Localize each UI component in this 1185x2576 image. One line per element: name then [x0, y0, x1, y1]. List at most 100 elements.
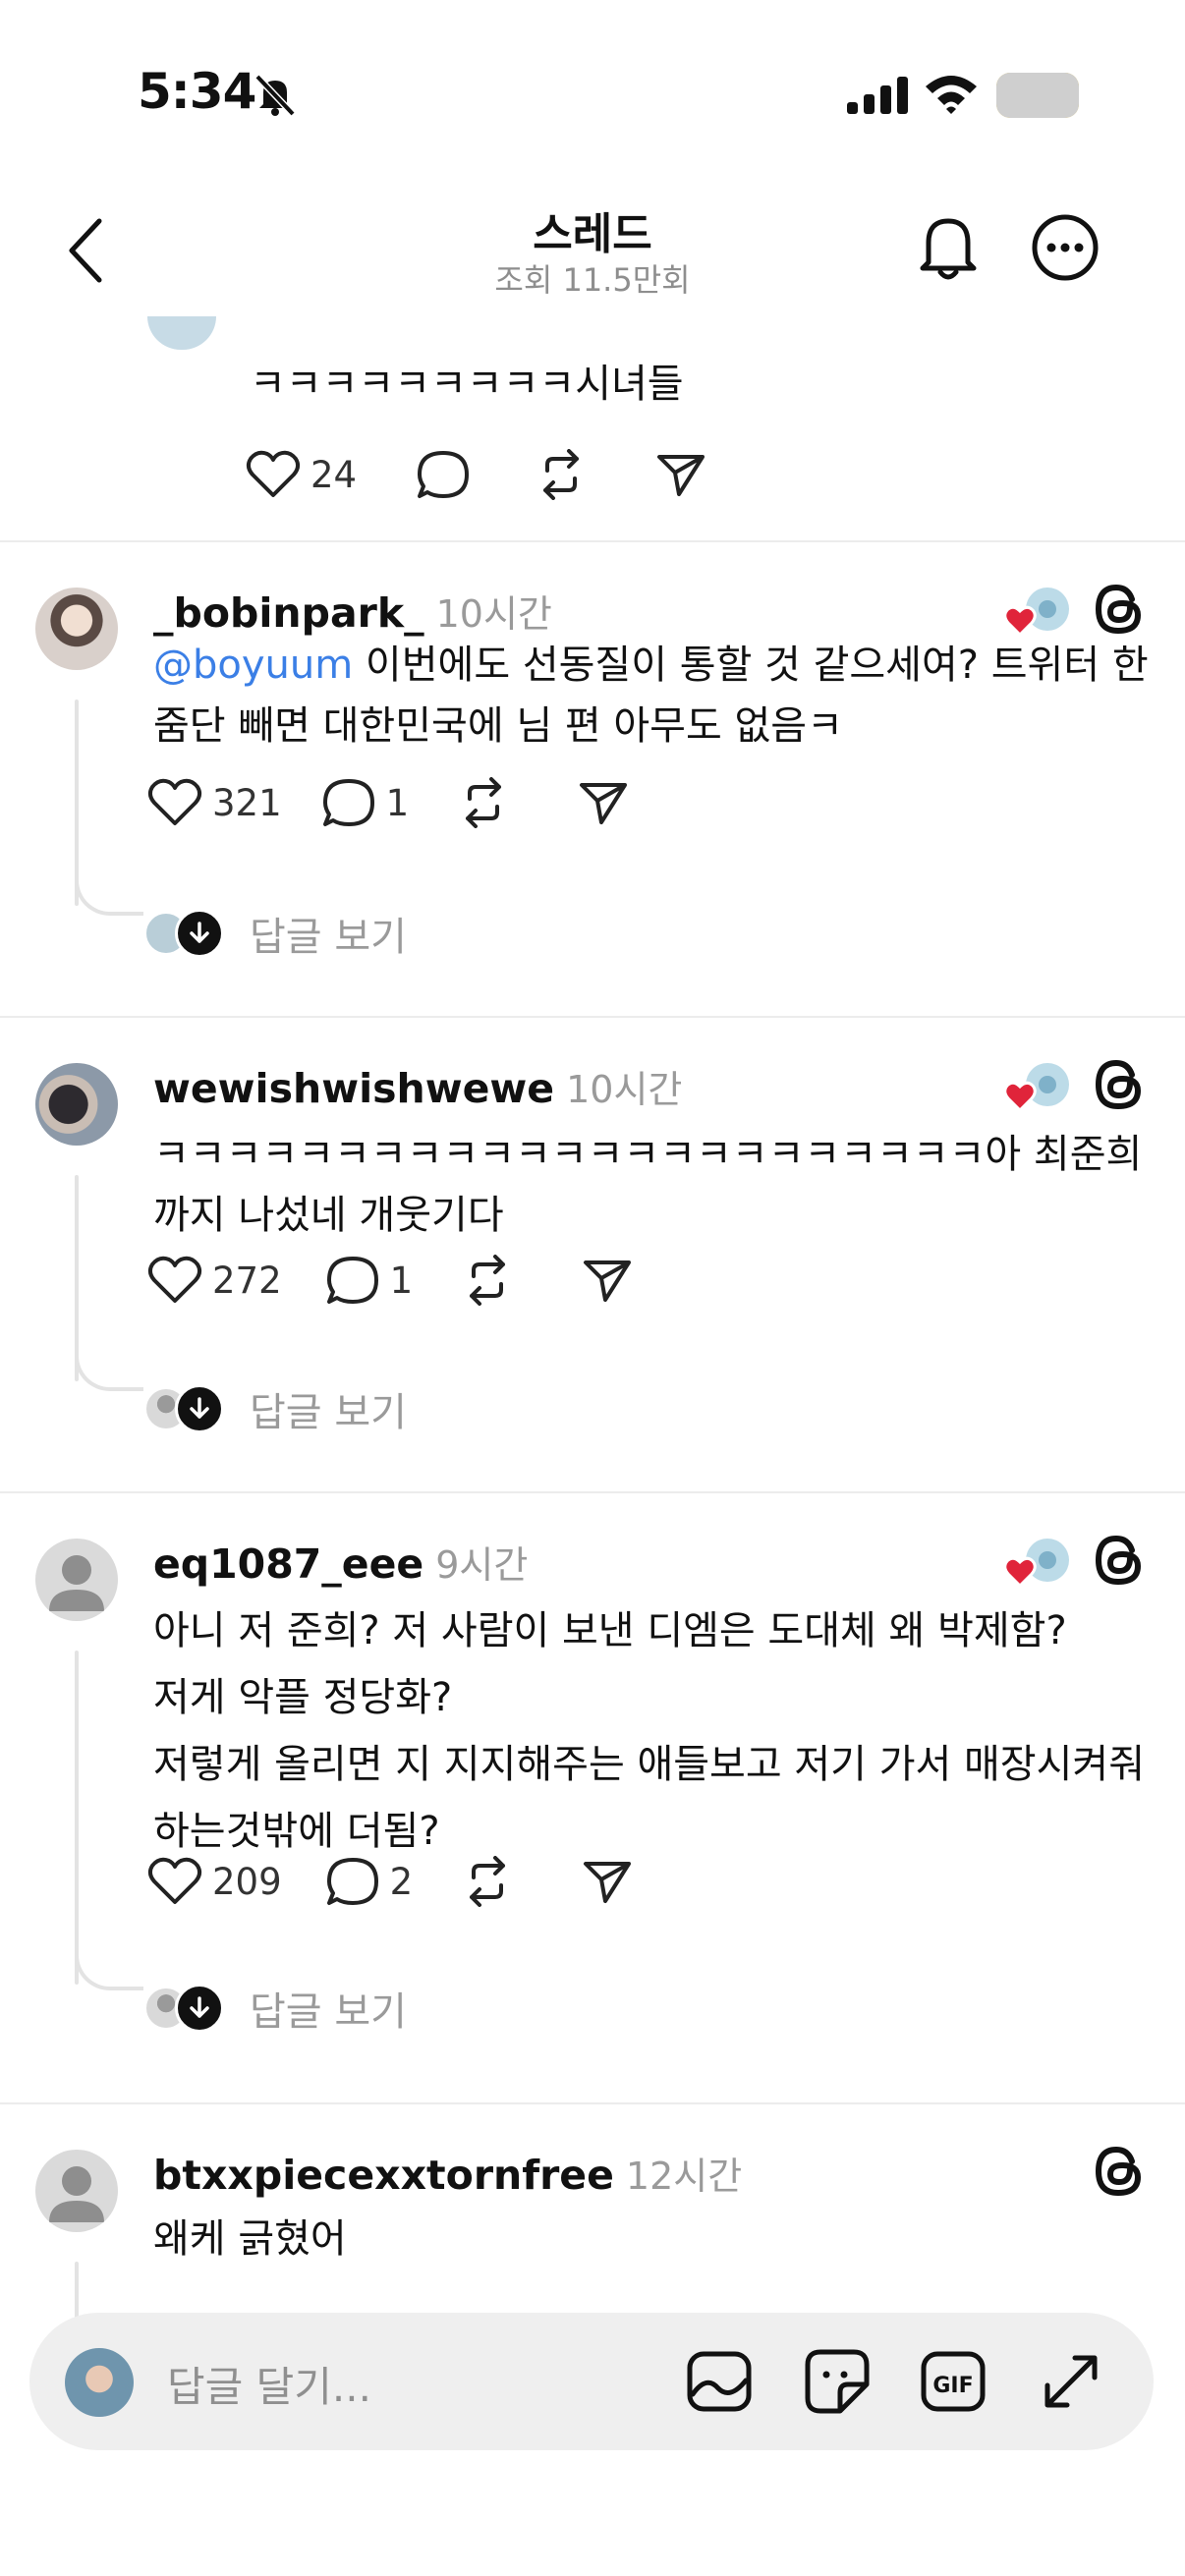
- avatar[interactable]: [35, 588, 118, 670]
- post-text-line: 저게 악플 정당화?: [153, 1675, 453, 1720]
- share-button[interactable]: [578, 779, 629, 826]
- post-text-line: 저렇게 올리면 지 지지해주는 애들보고 저기 가서 매장시켜줘 하는것밖에 더…: [153, 1742, 1146, 1854]
- heart-icon: [147, 1256, 202, 1303]
- share-button[interactable]: [655, 451, 706, 498]
- thread-line: [75, 2262, 79, 2321]
- reply-count: 2: [389, 1860, 414, 1903]
- author-liked-icon: [1003, 588, 1069, 638]
- mention-link[interactable]: @boyuum: [153, 643, 353, 688]
- threads-logo-icon[interactable]: [1089, 2142, 1148, 2201]
- post-text: ㅋㅋㅋㅋㅋㅋㅋㅋㅋ시녀들: [250, 362, 684, 407]
- threads-logo-icon[interactable]: [1089, 580, 1148, 639]
- comment-button[interactable]: 1: [321, 777, 410, 828]
- page-title: 스레드: [533, 209, 652, 259]
- expand-button[interactable]: [1036, 2346, 1106, 2417]
- post-actions: 321 1: [147, 768, 629, 837]
- post-text-line: 아니 저 준희? 저 사람이 보낸 디엠은 도대체 왜 박제함?: [153, 1608, 1067, 1653]
- reply-post: btxxpiecexxtornfree 12시간 왜케 긁혔어: [0, 2104, 1185, 2321]
- default-avatar-icon: [49, 1555, 104, 1611]
- view-replies-label: 답글 보기: [250, 1989, 407, 2035]
- comment-icon: [418, 451, 470, 498]
- reply-post: _bobinpark_ 10시간 @boyuum 이번에도 선동질이 통할 것 같…: [0, 542, 1185, 1014]
- like-button[interactable]: 209: [147, 1857, 282, 1906]
- thread-line: [75, 1175, 79, 1381]
- username[interactable]: _bobinpark_ 10시간: [153, 584, 552, 638]
- thread-header: 스레드 조회 11.5만회: [0, 187, 1185, 334]
- share-icon: [584, 1862, 632, 1903]
- repost-icon: [543, 449, 580, 500]
- thread-line: [75, 1651, 79, 1985]
- view-replies[interactable]: 답글 보기: [143, 906, 407, 961]
- repost-icon: [470, 1255, 506, 1306]
- username[interactable]: wewishwishwewe 10시간: [153, 1059, 682, 1113]
- threads-logo-icon[interactable]: [1089, 1531, 1148, 1590]
- author-liked-icon: [1003, 1539, 1069, 1589]
- view-replies[interactable]: 답글 보기: [143, 1981, 407, 2036]
- avatar[interactable]: [147, 316, 216, 350]
- post-time: 12시간: [625, 2155, 743, 2198]
- image-button[interactable]: [684, 2346, 755, 2417]
- view-replies-label: 답글 보기: [250, 1390, 407, 1435]
- username-text: wewishwishwewe: [153, 1065, 555, 1112]
- thread-line: [75, 700, 79, 906]
- repost-icon: [466, 777, 502, 828]
- repost-button[interactable]: [462, 1856, 513, 1907]
- comment-button[interactable]: [416, 449, 471, 500]
- share-icon: [580, 783, 628, 824]
- bell-icon: [920, 218, 977, 280]
- post-actions: 24: [246, 440, 706, 509]
- image-icon: [687, 2351, 752, 2412]
- reply-post: eq1087_eee 9시간 아니 저 준희? 저 사람이 보낸 디엠은 도대체 …: [0, 1493, 1185, 2102]
- reply-input-placeholder[interactable]: 답글 달기...: [167, 2354, 371, 2414]
- comment-button[interactable]: 1: [325, 1255, 414, 1306]
- post-text: @boyuum 이번에도 선동질이 통할 것 같으세여? 트위터 한줌단 빼면 …: [153, 635, 1156, 756]
- share-button[interactable]: [582, 1257, 633, 1304]
- threads-logo-icon[interactable]: [1089, 1055, 1148, 1114]
- default-avatar-icon: [49, 2166, 104, 2222]
- heart-icon: [246, 450, 301, 497]
- avatar[interactable]: [35, 1539, 118, 1621]
- my-avatar: [65, 2348, 134, 2417]
- username-text: btxxpiecexxtornfree: [153, 2152, 614, 2199]
- notifications-button[interactable]: [909, 208, 988, 287]
- bell-off-icon: [254, 74, 296, 117]
- heart-icon: [147, 1857, 202, 1904]
- reply-count: 1: [385, 781, 410, 824]
- comment-icon: [322, 779, 374, 826]
- post-actions: 272 1: [147, 1246, 633, 1315]
- sticker-button[interactable]: [802, 2346, 873, 2417]
- svg-text:GIF: GIF: [932, 2374, 973, 2398]
- like-button[interactable]: 272: [147, 1256, 282, 1305]
- like-button[interactable]: 321: [147, 778, 282, 827]
- battery-cap: [996, 73, 1079, 118]
- repost-button[interactable]: [458, 777, 509, 828]
- like-count: 24: [310, 453, 358, 496]
- share-button[interactable]: [582, 1858, 633, 1905]
- username[interactable]: eq1087_eee 9시간: [153, 1535, 528, 1589]
- avatar[interactable]: [35, 1063, 118, 1146]
- share-icon: [657, 455, 705, 496]
- reply-count: 1: [389, 1259, 414, 1302]
- post-time: 10시간: [435, 592, 552, 636]
- post-time: 10시간: [566, 1068, 683, 1111]
- comment-icon: [326, 1858, 378, 1905]
- comment-icon: [326, 1257, 378, 1304]
- more-options-button[interactable]: [1026, 208, 1104, 287]
- view-replies[interactable]: 답글 보기: [143, 1381, 407, 1436]
- repost-button[interactable]: [462, 1255, 513, 1306]
- repost-icon: [470, 1856, 506, 1907]
- like-count: 272: [212, 1259, 282, 1302]
- reply-compose-bar[interactable]: 답글 달기... GIF: [29, 2313, 1154, 2450]
- like-button[interactable]: 24: [246, 450, 357, 499]
- comment-button[interactable]: 2: [325, 1856, 414, 1907]
- wifi-icon: [926, 76, 977, 114]
- avatar[interactable]: [35, 2150, 118, 2232]
- sticker-icon: [805, 2349, 870, 2414]
- gif-button[interactable]: GIF: [918, 2346, 988, 2417]
- username[interactable]: btxxpiecexxtornfree 12시간: [153, 2146, 742, 2200]
- share-icon: [584, 1260, 632, 1302]
- thread-curve: [75, 876, 143, 916]
- arrow-down-icon: [175, 1984, 224, 2033]
- expand-icon: [1044, 2355, 1098, 2408]
- repost-button[interactable]: [536, 449, 587, 500]
